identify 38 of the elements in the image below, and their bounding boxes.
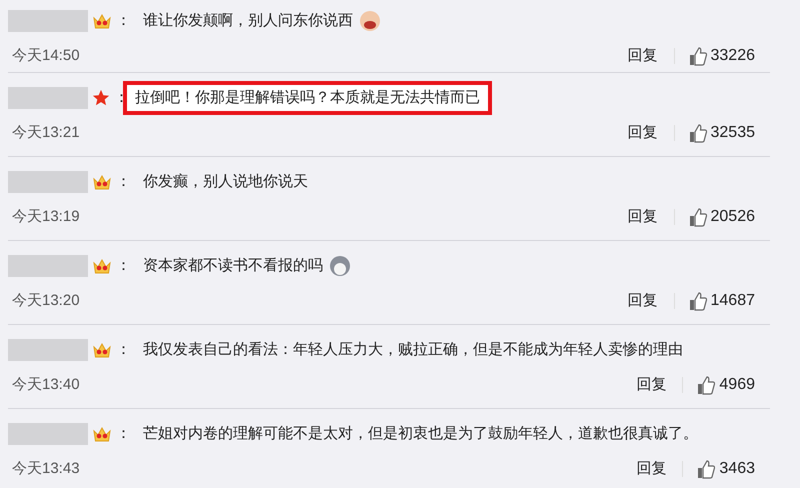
- thumbs-up-icon[interactable]: [688, 292, 706, 310]
- timestamp: 今天13:19: [12, 206, 80, 227]
- colon: ：: [116, 172, 131, 192]
- reply-link[interactable]: 回复: [628, 290, 658, 312]
- comment-text: 资本家都不读书不看报的吗: [142, 256, 324, 276]
- emoji-icon: [329, 255, 351, 277]
- like-count: 14687: [710, 291, 755, 311]
- star-icon: [92, 89, 110, 107]
- like-count: 3463: [719, 459, 755, 479]
- colon: ：: [116, 10, 131, 31]
- comment-text: 芒姐对内卷的理解可能不是太对，但是初衷也是为了鼓励年轻人，道歉也很真诚了。: [142, 424, 699, 444]
- timestamp: 今天13:43: [12, 458, 80, 479]
- like-count: 4969: [719, 375, 755, 395]
- reply-link[interactable]: 回复: [636, 458, 666, 480]
- thumbs-up-icon[interactable]: [697, 460, 716, 478]
- comment-text: 拉倒吧！你那是理解错误吗？本质就是无法共情而已: [123, 80, 492, 116]
- thumbs-up-icon[interactable]: [688, 124, 706, 142]
- reply-link[interactable]: 回复: [636, 374, 666, 396]
- like-count: 20526: [710, 207, 755, 227]
- reply-link[interactable]: 回复: [628, 44, 658, 68]
- timestamp: 今天14:50: [12, 46, 80, 66]
- colon: ：: [116, 340, 131, 360]
- colon: ：: [116, 256, 131, 276]
- thumbs-up-icon[interactable]: [688, 208, 706, 226]
- timestamp: 今天13:20: [12, 290, 80, 311]
- like-count: 33226: [710, 46, 755, 66]
- comment-text: 谁让你发颠啊，别人问东你说西: [142, 10, 354, 31]
- comment-text: 你发癫，别人说地你说天: [142, 172, 309, 192]
- thumbs-up-icon[interactable]: [697, 376, 716, 394]
- comment-text: 我仅发表自己的看法：年轻人压力大，贼拉正确，但是不能成为年轻人卖惨的理由: [142, 340, 684, 360]
- like-count: 32535: [710, 123, 755, 143]
- colon: ：: [116, 424, 131, 444]
- timestamp: 今天13:40: [12, 374, 80, 395]
- timestamp: 今天13:21: [12, 122, 80, 143]
- emoji-icon: [359, 10, 381, 32]
- reply-link[interactable]: 回复: [628, 206, 658, 228]
- thumbs-up-icon[interactable]: [688, 46, 706, 66]
- reply-link[interactable]: 回复: [628, 122, 658, 144]
